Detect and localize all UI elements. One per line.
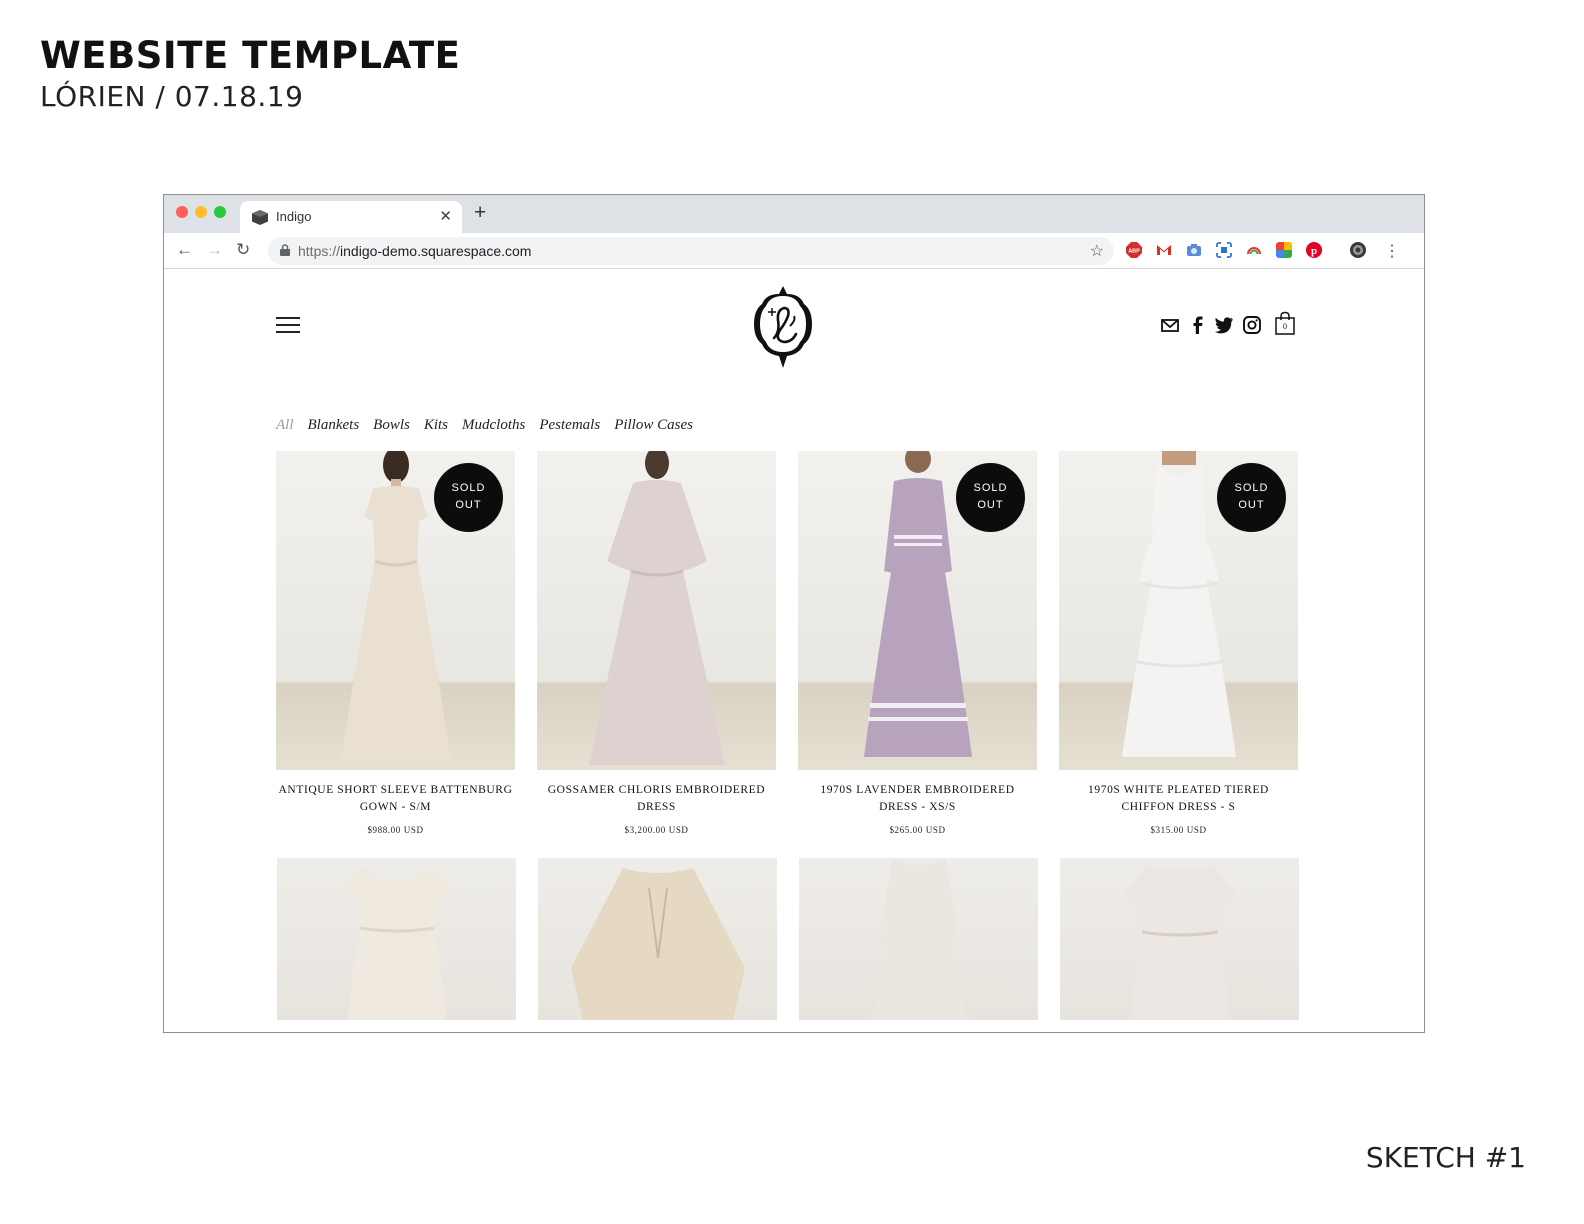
facebook-icon[interactable] bbox=[1189, 315, 1207, 335]
bookmark-star-icon[interactable]: ☆ bbox=[1090, 241, 1104, 261]
product-card[interactable] bbox=[277, 858, 516, 1020]
category-pestemals[interactable]: Pestemals bbox=[539, 417, 600, 434]
product-image[interactable] bbox=[537, 451, 776, 770]
color-grid-icon[interactable] bbox=[1276, 242, 1292, 258]
close-tab-icon[interactable]: ✕ bbox=[439, 207, 452, 225]
category-mudcloths[interactable]: Mudcloths bbox=[462, 417, 525, 434]
product-image[interactable] bbox=[538, 858, 777, 1020]
url-text: https://indigo-demo.squarespace.com bbox=[298, 243, 532, 259]
category-blankets[interactable]: Blankets bbox=[308, 417, 360, 434]
product-price: $3,200.00 USD bbox=[624, 825, 689, 835]
product-card[interactable] bbox=[799, 858, 1038, 1020]
cube-icon bbox=[252, 210, 268, 225]
dress-photo bbox=[588, 451, 725, 765]
new-tab-button[interactable]: + bbox=[474, 201, 486, 225]
product-price: $315.00 USD bbox=[1150, 825, 1207, 835]
product-image[interactable]: SOLD OUT bbox=[1059, 451, 1298, 770]
lock-icon bbox=[280, 244, 290, 256]
pinterest-icon[interactable]: p bbox=[1306, 242, 1322, 258]
product-image[interactable]: SOLD OUT bbox=[798, 451, 1037, 770]
dress-photo bbox=[1119, 864, 1240, 1020]
hamburger-menu-icon[interactable] bbox=[276, 317, 300, 335]
rainbow-icon[interactable] bbox=[1246, 242, 1262, 258]
lorien-logo[interactable] bbox=[750, 286, 816, 368]
product-name[interactable]: 1970S LAVENDER EMBROIDERED DRESS - XS/S bbox=[798, 782, 1037, 816]
dress-photo bbox=[570, 868, 745, 1020]
mail-icon[interactable] bbox=[1160, 315, 1180, 335]
more-menu-icon[interactable]: ⋮ bbox=[1384, 241, 1400, 261]
category-bowls[interactable]: Bowls bbox=[373, 417, 410, 434]
product-name[interactable]: GOSSAMER CHLORIS EMBROIDERED DRESS bbox=[537, 782, 776, 816]
category-kits[interactable]: Kits bbox=[424, 417, 448, 434]
product-image[interactable] bbox=[799, 858, 1038, 1020]
product-card[interactable]: SOLD OUT 1970S WHITE PLEATED TIERED CHIFF… bbox=[1059, 451, 1298, 835]
product-name[interactable]: ANTIQUE SHORT SLEEVE BATTENBURG GOWN - S… bbox=[276, 782, 515, 816]
product-price: $265.00 USD bbox=[889, 825, 946, 835]
browser-tab[interactable]: Indigo ✕ bbox=[240, 201, 462, 233]
document-title: WEBSITE TEMPLATE bbox=[40, 34, 461, 77]
website-page: 0 All Blankets Bowls Kits Mudcloths Pest… bbox=[164, 269, 1424, 1032]
cart-count: 0 bbox=[1283, 322, 1287, 331]
sold-out-badge: SOLD OUT bbox=[1217, 463, 1286, 532]
adblock-icon[interactable]: ABP bbox=[1126, 242, 1142, 258]
product-card[interactable]: GOSSAMER CHLORIS EMBROIDERED DRESS $3,20… bbox=[537, 451, 776, 835]
address-bar[interactable]: https://indigo-demo.squarespace.com ☆ bbox=[268, 237, 1114, 265]
category-filter: All Blankets Bowls Kits Mudcloths Pestem… bbox=[276, 417, 693, 434]
product-card[interactable]: SOLD OUT ANTIQUE SHORT SLEEVE BATTENBURG … bbox=[276, 451, 515, 835]
tab-title: Indigo bbox=[276, 209, 312, 224]
product-image[interactable] bbox=[1060, 858, 1299, 1020]
document-footer: SKETCH #1 bbox=[1365, 1141, 1526, 1174]
product-card[interactable] bbox=[1060, 858, 1299, 1020]
category-all[interactable]: All bbox=[276, 417, 294, 434]
sold-out-badge: SOLD OUT bbox=[434, 463, 503, 532]
reload-icon[interactable]: ↻ bbox=[236, 240, 250, 260]
instagram-icon[interactable] bbox=[1242, 315, 1262, 335]
browser-toolbar: ← → ↻ https://indigo-demo.squarespace.co… bbox=[164, 233, 1424, 269]
gmail-icon[interactable] bbox=[1156, 242, 1172, 258]
screenshot-icon[interactable] bbox=[1216, 242, 1232, 258]
maximize-window-button[interactable] bbox=[214, 206, 226, 218]
profile-avatar[interactable] bbox=[1350, 242, 1366, 258]
product-image[interactable]: SOLD OUT bbox=[276, 451, 515, 770]
product-image[interactable] bbox=[277, 858, 516, 1020]
twitter-icon[interactable] bbox=[1214, 315, 1234, 335]
product-price: $988.00 USD bbox=[367, 825, 424, 835]
browser-titlebar: Indigo ✕ + bbox=[164, 195, 1424, 233]
minimize-window-button[interactable] bbox=[195, 206, 207, 218]
close-window-button[interactable] bbox=[176, 206, 188, 218]
cart-button[interactable]: 0 bbox=[1274, 311, 1296, 335]
svg-text:p: p bbox=[1311, 245, 1317, 257]
product-card[interactable]: SOLD OUT 1970S LAVENDER EMBROIDERED DRESS… bbox=[798, 451, 1037, 835]
sold-out-badge: SOLD OUT bbox=[956, 463, 1025, 532]
category-pillow-cases[interactable]: Pillow Cases bbox=[614, 417, 693, 434]
document-subtitle: LÓRIEN / 07.18.19 bbox=[40, 80, 304, 113]
forward-arrow-icon[interactable]: → bbox=[206, 240, 223, 260]
product-card[interactable] bbox=[538, 858, 777, 1020]
dress-photo bbox=[341, 866, 452, 1020]
dress-photo bbox=[871, 858, 966, 1020]
camera-icon[interactable] bbox=[1186, 242, 1202, 258]
product-name[interactable]: 1970S WHITE PLEATED TIERED CHIFFON DRESS… bbox=[1059, 782, 1298, 816]
back-arrow-icon[interactable]: ← bbox=[176, 240, 193, 260]
browser-window: Indigo ✕ + ← → ↻ https://indigo-demo.squ… bbox=[163, 194, 1425, 1033]
svg-text:ABP: ABP bbox=[1128, 249, 1140, 255]
